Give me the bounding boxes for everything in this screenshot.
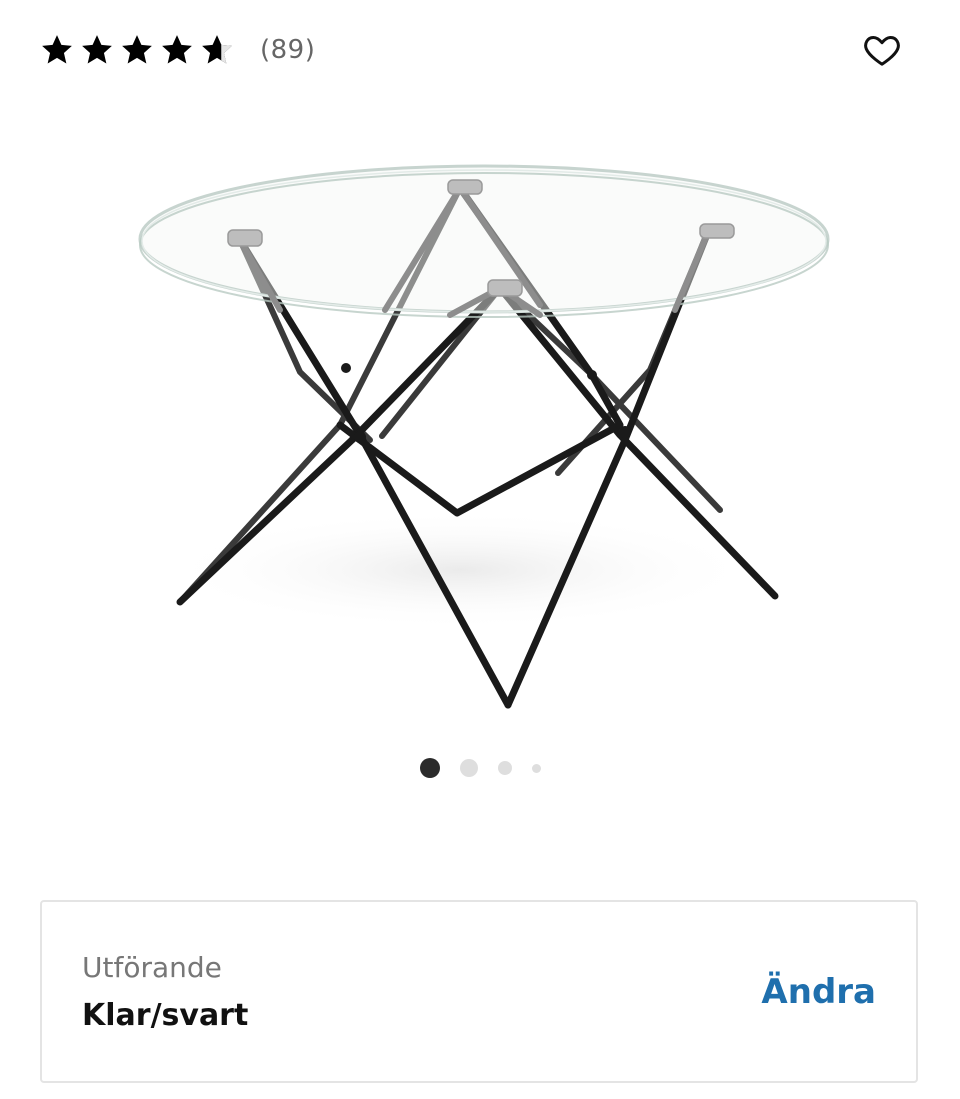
carousel-dot[interactable]: [531, 763, 541, 773]
image-carousel-indicator: [0, 756, 960, 780]
variant-label: Utförande: [82, 950, 222, 984]
review-count[interactable]: (89): [260, 35, 315, 65]
product-header: (89): [40, 28, 920, 72]
star-half-icon: [202, 35, 232, 64]
star-icon: [162, 35, 192, 64]
carousel-dot-active[interactable]: [419, 758, 440, 778]
variant-info: Utförande Klar/svart: [82, 951, 248, 1033]
star-icon: [82, 35, 112, 64]
variant-selector[interactable]: Utförande Klar/svart Ändra: [40, 900, 918, 1083]
variant-value: Klar/svart: [82, 997, 249, 1033]
rating-summary[interactable]: (89): [40, 33, 315, 67]
heart-outline-icon: [864, 36, 900, 66]
product-image[interactable]: [120, 140, 840, 730]
change-variant-button[interactable]: Ändra: [761, 972, 876, 1012]
star-icon: [42, 35, 72, 64]
carousel-dot[interactable]: [459, 759, 478, 777]
star-rating: [40, 33, 234, 67]
star-icon: [122, 35, 152, 64]
carousel-dot[interactable]: [497, 761, 512, 775]
favorite-button[interactable]: [860, 28, 904, 72]
coffee-table-illustration: [138, 164, 830, 709]
